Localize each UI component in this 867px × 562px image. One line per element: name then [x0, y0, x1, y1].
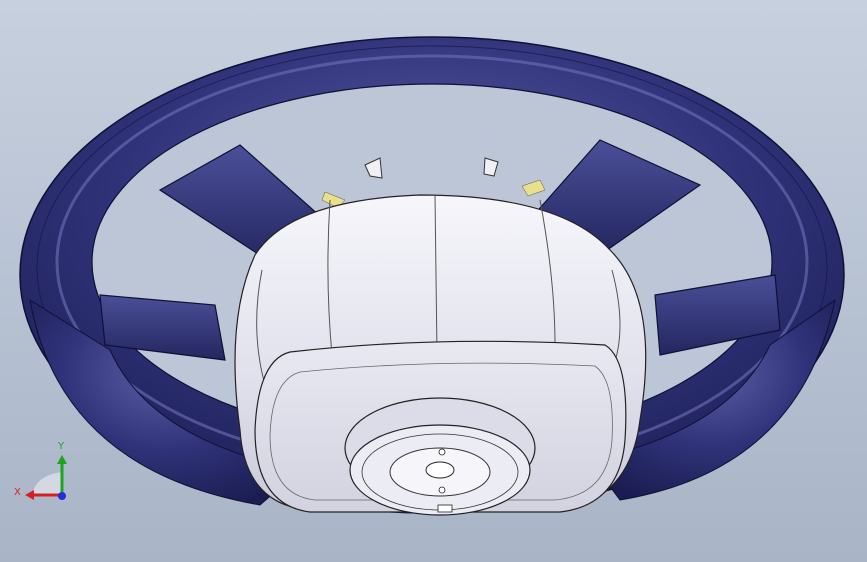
- y-axis-label: Y: [58, 441, 65, 452]
- steering-wheel-model[interactable]: [0, 0, 867, 562]
- triad-graphic: [25, 455, 67, 500]
- axis-triad: Y X: [10, 440, 80, 510]
- z-axis-dot: [58, 492, 66, 500]
- x-axis-label: X: [14, 487, 21, 498]
- 3d-viewport[interactable]: Y X: [0, 0, 867, 562]
